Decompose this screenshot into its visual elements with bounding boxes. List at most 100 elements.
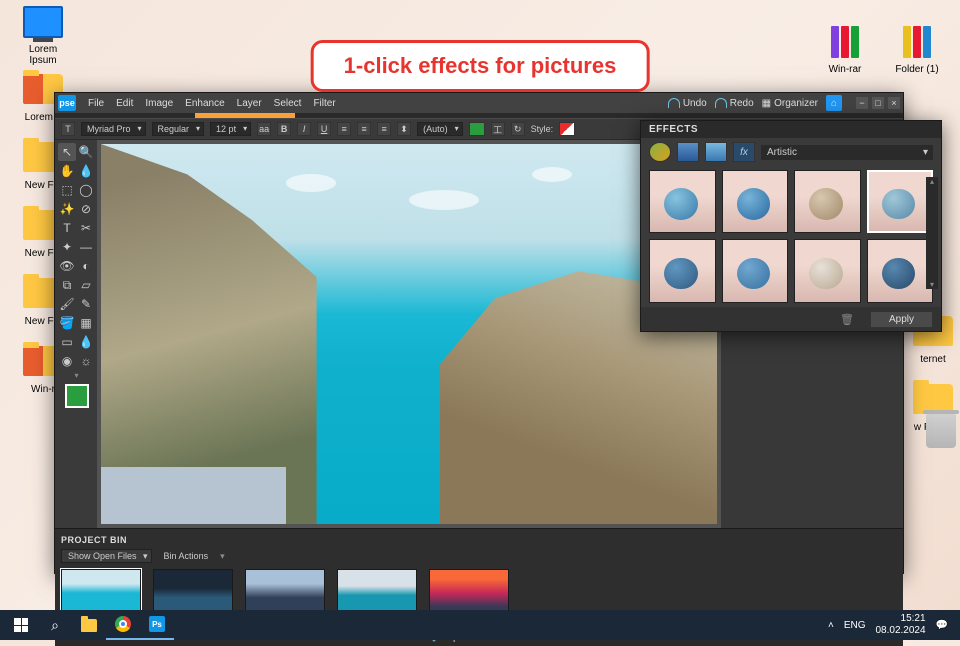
undo-button[interactable]: Undo — [668, 98, 707, 109]
photo-effects-tab[interactable] — [705, 142, 727, 162]
language-indicator[interactable]: ENG — [844, 620, 866, 631]
clone-tool[interactable]: ⧉ — [58, 276, 76, 294]
all-tab[interactable]: fx — [733, 142, 755, 162]
chrome-button[interactable] — [106, 610, 140, 640]
effect-thumb[interactable] — [722, 170, 789, 233]
sponge-tool[interactable]: ◉ — [58, 352, 76, 370]
menu-file[interactable]: File — [82, 98, 110, 109]
effect-thumb[interactable] — [722, 239, 789, 302]
wand-tool[interactable]: ✨ — [58, 200, 76, 218]
chrome-icon — [115, 616, 131, 632]
font-size-select[interactable]: 12 pt — [210, 122, 251, 136]
menu-layer[interactable]: Layer — [231, 98, 268, 109]
bold-icon[interactable]: B — [277, 122, 291, 136]
foreground-color[interactable] — [65, 384, 89, 408]
font-weight-select[interactable]: Regular — [152, 122, 205, 136]
hand-tool[interactable]: ✋ — [58, 162, 76, 180]
books-icon — [825, 26, 865, 58]
start-button[interactable] — [4, 610, 38, 640]
warp-text-icon[interactable]: 工 — [491, 122, 505, 136]
search-button[interactable]: ⌕ — [38, 610, 72, 640]
close-button[interactable]: × — [888, 97, 900, 109]
home-button[interactable]: ⌂ — [826, 95, 842, 111]
redo-button[interactable]: Redo — [715, 98, 754, 109]
minimize-button[interactable]: − — [856, 97, 868, 109]
menu-select[interactable]: Select — [268, 98, 308, 109]
healing-tool[interactable]: ◐ — [77, 257, 95, 275]
bin-show-select[interactable]: Show Open Files — [61, 549, 152, 563]
menu-filter[interactable]: Filter — [307, 98, 341, 109]
eyedropper-tool[interactable]: 💧 — [77, 162, 95, 180]
shape-tool[interactable]: ▭ — [58, 333, 76, 351]
text-tool-icon[interactable]: T — [61, 122, 75, 136]
effects-category-select[interactable]: Artistic — [761, 145, 933, 160]
brush-tool[interactable]: 🖌 — [58, 295, 76, 313]
desktop-icon-folder[interactable]: Folder (1) — [892, 26, 942, 75]
apply-button[interactable]: Apply — [870, 311, 933, 328]
type-tool[interactable]: T — [58, 219, 76, 237]
move-tool[interactable]: ↖ — [58, 143, 76, 161]
tray-chevron-icon[interactable]: ˄ — [828, 620, 834, 631]
effect-thumb-selected[interactable] — [867, 170, 934, 233]
antialias-icon[interactable]: aa — [257, 122, 271, 136]
leading-icon[interactable]: ⬍ — [397, 122, 411, 136]
smartbrush-tool[interactable]: ✎ — [77, 295, 95, 313]
delete-effect-button[interactable]: 🗑 — [840, 313, 854, 326]
icon-label: Win-rar — [820, 64, 870, 75]
selection-brush-tool[interactable]: ⊘ — [77, 200, 95, 218]
organizer-button[interactable]: ▦ Organizer — [762, 98, 818, 109]
effect-thumb[interactable] — [867, 239, 934, 302]
desktop-icon-winrar[interactable]: Win-rar — [820, 26, 870, 75]
canvas-area[interactable] — [97, 140, 721, 528]
icon-label: ternet — [908, 354, 958, 365]
desktop-icon-thispc[interactable]: Lorem Ipsum — [18, 6, 68, 66]
text-color-swatch[interactable] — [469, 122, 485, 136]
effects-scrollbar[interactable] — [926, 177, 938, 289]
callout-text: 1-click effects for pictures — [344, 53, 617, 79]
explorer-button[interactable] — [72, 610, 106, 640]
dodge-tool[interactable]: ☼ — [77, 352, 95, 370]
italic-icon[interactable]: I — [297, 122, 311, 136]
menu-edit[interactable]: Edit — [110, 98, 139, 109]
app-logo: pse — [58, 95, 76, 111]
align-left-icon[interactable]: ≡ — [337, 122, 351, 136]
menu-enhance[interactable]: Enhance — [179, 98, 230, 109]
cookie-cutter-tool[interactable]: ✦ — [58, 238, 76, 256]
redeye-tool[interactable]: 👁 — [58, 257, 76, 275]
font-family-select[interactable]: Myriad Pro — [81, 122, 146, 136]
maximize-button[interactable]: □ — [872, 97, 884, 109]
align-right-icon[interactable]: ≡ — [377, 122, 391, 136]
eraser-tool[interactable]: ▱ — [77, 276, 95, 294]
pse-button[interactable]: Ps — [140, 610, 174, 640]
effect-thumb[interactable] — [649, 239, 716, 302]
effect-thumb[interactable] — [649, 170, 716, 233]
menu-image[interactable]: Image — [139, 98, 179, 109]
monitor-icon — [23, 6, 63, 38]
marquee-tool[interactable]: ⬚ — [58, 181, 76, 199]
icon-label: Folder (1) — [892, 64, 942, 75]
layer-styles-tab[interactable] — [677, 142, 699, 162]
gradient-tool[interactable]: ▦ — [77, 314, 95, 332]
straighten-tool[interactable]: — — [77, 238, 95, 256]
align-center-icon[interactable]: ≡ — [357, 122, 371, 136]
bucket-tool[interactable]: 🪣 — [58, 314, 76, 332]
style-swatch[interactable] — [559, 122, 575, 136]
leading-select[interactable]: (Auto) — [417, 122, 463, 136]
lasso-tool[interactable]: ◯ — [77, 181, 95, 199]
crop-tool[interactable]: ✂ — [77, 219, 95, 237]
desktop-icon-trash[interactable] — [916, 414, 960, 448]
notifications-button[interactable]: 💬 — [936, 620, 948, 631]
orientation-icon[interactable]: ↻ — [511, 122, 525, 136]
expand-toolbox[interactable]: ▾ — [58, 371, 95, 379]
clock[interactable]: 15:21 08.02.2024 — [875, 613, 925, 637]
bin-actions-label[interactable]: Bin Actions — [164, 551, 209, 561]
filters-tab[interactable] — [649, 142, 671, 162]
tab-strip — [55, 113, 903, 118]
effect-thumb[interactable] — [794, 239, 861, 302]
books-icon — [897, 26, 937, 58]
blur-tool[interactable]: 💧 — [77, 333, 95, 351]
underline-icon[interactable]: U — [317, 122, 331, 136]
zoom-tool[interactable]: 🔍 — [77, 143, 95, 161]
toolbox: ↖ 🔍 ✋ 💧 ⬚ ◯ ✨ ⊘ T ✂ ✦ — 👁 ◐ ⧉ ▱ 🖌 ✎ 🪣 ▦ … — [55, 140, 97, 528]
effect-thumb[interactable] — [794, 170, 861, 233]
